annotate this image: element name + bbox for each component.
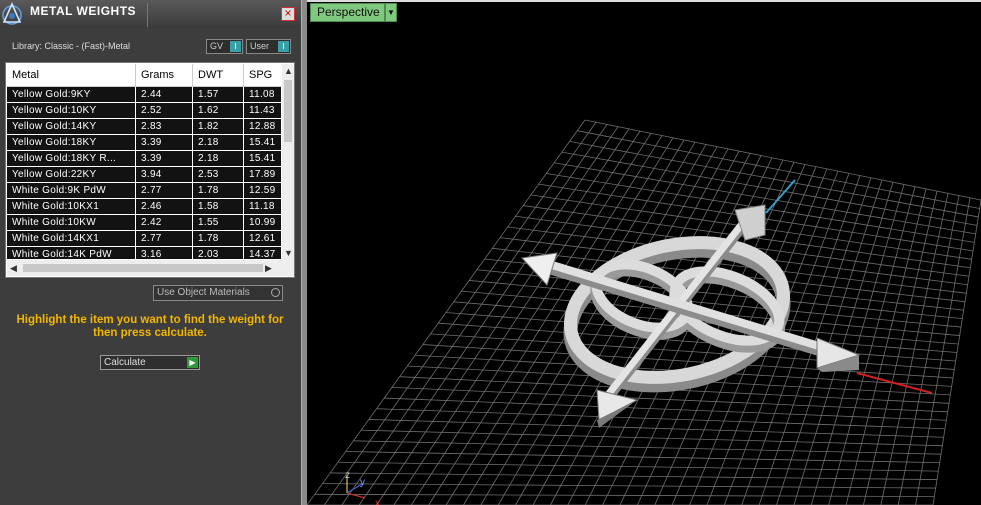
cell-grams: 2.77 [136, 183, 193, 198]
cell-dwt: 1.78 [193, 183, 244, 198]
vertical-scrollbar[interactable]: ▲ ▼ [282, 64, 294, 260]
axis-x-label: x [375, 498, 380, 505]
metal-table[interactable]: Metal Grams DWT SPG Yellow Gold:9KY 2.44 1… [5, 62, 295, 278]
cell-spg: 11.18 [249, 201, 275, 212]
table-row[interactable]: Yellow Gold:18KY R... 3.39 2.18 15.41 [7, 151, 281, 167]
cell-metal: White Gold:10KX1 [7, 199, 136, 214]
cell-grams: 2.83 [136, 119, 193, 134]
table-row[interactable]: White Gold:14KX1 2.77 1.78 12.61 [7, 231, 281, 247]
compass-model[interactable] [520, 204, 861, 428]
scroll-left-icon[interactable]: ◀ [10, 263, 17, 273]
table-row[interactable]: White Gold:9K PdW 2.77 1.78 12.59 [7, 183, 281, 199]
axis-z-label: z [345, 470, 350, 481]
perspective-view-button[interactable]: Perspective [310, 3, 385, 22]
cell-dwt: 2.03 [193, 247, 244, 259]
cell-metal: Yellow Gold:18KY [7, 135, 136, 150]
user-toggle-label: User [250, 41, 270, 51]
table-header: Metal Grams DWT SPG [7, 64, 281, 87]
calculate-button[interactable]: Calculate ▶ [100, 355, 200, 370]
panel-titlebar[interactable]: METAL WEIGHTS × [0, 0, 301, 28]
cell-dwt: 2.18 [193, 135, 244, 150]
scroll-down-icon[interactable]: ▼ [284, 248, 293, 258]
user-toggle-indicator: I [278, 41, 289, 52]
horizontal-scroll-thumb[interactable] [23, 264, 263, 272]
cell-spg: 15.41 [249, 137, 276, 148]
cell-grams: 3.94 [136, 167, 193, 182]
title-divider [147, 3, 148, 27]
cell-metal: White Gold:9K PdW [7, 183, 136, 198]
table-row[interactable]: White Gold:10KX1 2.46 1.58 11.18 [7, 199, 281, 215]
scroll-right-icon[interactable]: ▶ [265, 263, 272, 273]
gv-toggle-label: GV [210, 41, 224, 51]
table-row[interactable]: Yellow Gold:10KY 2.52 1.62 11.43 [7, 103, 281, 119]
cell-spg: 11.43 [249, 105, 275, 116]
cell-spg: 17.89 [249, 169, 276, 180]
cell-grams: 2.52 [136, 103, 193, 118]
vertical-scroll-thumb[interactable] [284, 80, 292, 142]
gv-toggle[interactable]: GV I [206, 39, 243, 54]
cell-spg: 11.08 [249, 89, 275, 100]
app-logo-icon [2, 2, 22, 25]
use-object-materials-label: Use Object Materials [157, 287, 250, 298]
gv-toggle-indicator: I [230, 41, 241, 52]
play-icon[interactable]: ▶ [187, 357, 198, 368]
cell-grams: 2.77 [136, 231, 193, 246]
cell-dwt: 1.58 [193, 199, 244, 214]
cell-dwt: 1.57 [193, 87, 244, 102]
cell-dwt: 2.18 [193, 151, 244, 166]
cell-dwt: 1.55 [193, 215, 244, 230]
table-body: Yellow Gold:9KY 2.44 1.57 11.08 Yellow Gold:… [7, 87, 281, 259]
horizontal-scrollbar[interactable]: ◀ ▶ [7, 260, 294, 276]
table-row[interactable]: Yellow Gold:22KY 3.94 2.53 17.89 [7, 167, 281, 183]
cell-dwt: 1.78 [193, 231, 244, 246]
column-header-grams[interactable]: Grams [136, 64, 193, 86]
cell-metal: Yellow Gold:10KY [7, 103, 136, 118]
chevron-down-icon[interactable]: ▼ [385, 3, 397, 22]
cell-grams: 2.44 [136, 87, 193, 102]
cell-metal: White Gold:10KW [7, 215, 136, 230]
cell-grams: 2.46 [136, 199, 193, 214]
user-toggle[interactable]: User I [246, 39, 291, 54]
cell-grams: 3.39 [136, 151, 193, 166]
cell-spg: 12.88 [249, 121, 276, 132]
radio-icon[interactable] [271, 288, 280, 297]
perspective-viewport[interactable]: z y x Perspective ▼ [307, 0, 981, 505]
cell-spg: 12.59 [249, 185, 276, 196]
cell-metal: Yellow Gold:18KY R... [7, 151, 136, 166]
close-button[interactable]: × [281, 7, 295, 21]
library-label: Library: Classic - (Fast)-Metal [12, 41, 131, 51]
cell-metal: Yellow Gold:9KY [7, 87, 136, 102]
column-header-spg[interactable]: SPG [244, 64, 281, 86]
use-object-materials-option[interactable]: Use Object Materials [153, 285, 283, 301]
panel-title: METAL WEIGHTS [30, 4, 137, 18]
table-row[interactable]: Yellow Gold:9KY 2.44 1.57 11.08 [7, 87, 281, 103]
column-header-metal[interactable]: Metal [7, 64, 136, 86]
viewport-scene: z y x [307, 119, 981, 505]
column-header-dwt[interactable]: DWT [193, 64, 244, 86]
instruction-text: Highlight the item you want to find the … [16, 314, 284, 339]
metal-weights-panel: METAL WEIGHTS × Library: Classic - (Fast… [0, 0, 301, 505]
cell-grams: 3.16 [136, 247, 193, 259]
cell-metal: Yellow Gold:14KY [7, 119, 136, 134]
cell-metal: White Gold:14KX1 [7, 231, 136, 246]
cell-spg: 12.61 [249, 233, 276, 244]
scroll-up-icon[interactable]: ▲ [284, 66, 293, 76]
cell-dwt: 1.82 [193, 119, 244, 134]
cell-spg: 14.37 [249, 249, 276, 259]
cell-dwt: 2.53 [193, 167, 244, 182]
ground-grid [307, 119, 981, 505]
table-row[interactable]: White Gold:10KW 2.42 1.55 10.99 [7, 215, 281, 231]
cell-spg: 15.41 [249, 153, 276, 164]
cell-dwt: 1.62 [193, 103, 244, 118]
table-row[interactable]: Yellow Gold:14KY 2.83 1.82 12.88 [7, 119, 281, 135]
axis-y-label: y [360, 477, 365, 488]
cell-metal: Yellow Gold:22KY [7, 167, 136, 182]
cell-metal: White Gold:14K PdW [7, 247, 136, 259]
table-row[interactable]: Yellow Gold:18KY 3.39 2.18 15.41 [7, 135, 281, 151]
cell-spg: 10.99 [249, 217, 276, 228]
table-row[interactable]: White Gold:14K PdW 3.16 2.03 14.37 [7, 247, 281, 259]
cell-grams: 3.39 [136, 135, 193, 150]
cell-grams: 2.42 [136, 215, 193, 230]
calculate-label: Calculate [104, 357, 146, 368]
